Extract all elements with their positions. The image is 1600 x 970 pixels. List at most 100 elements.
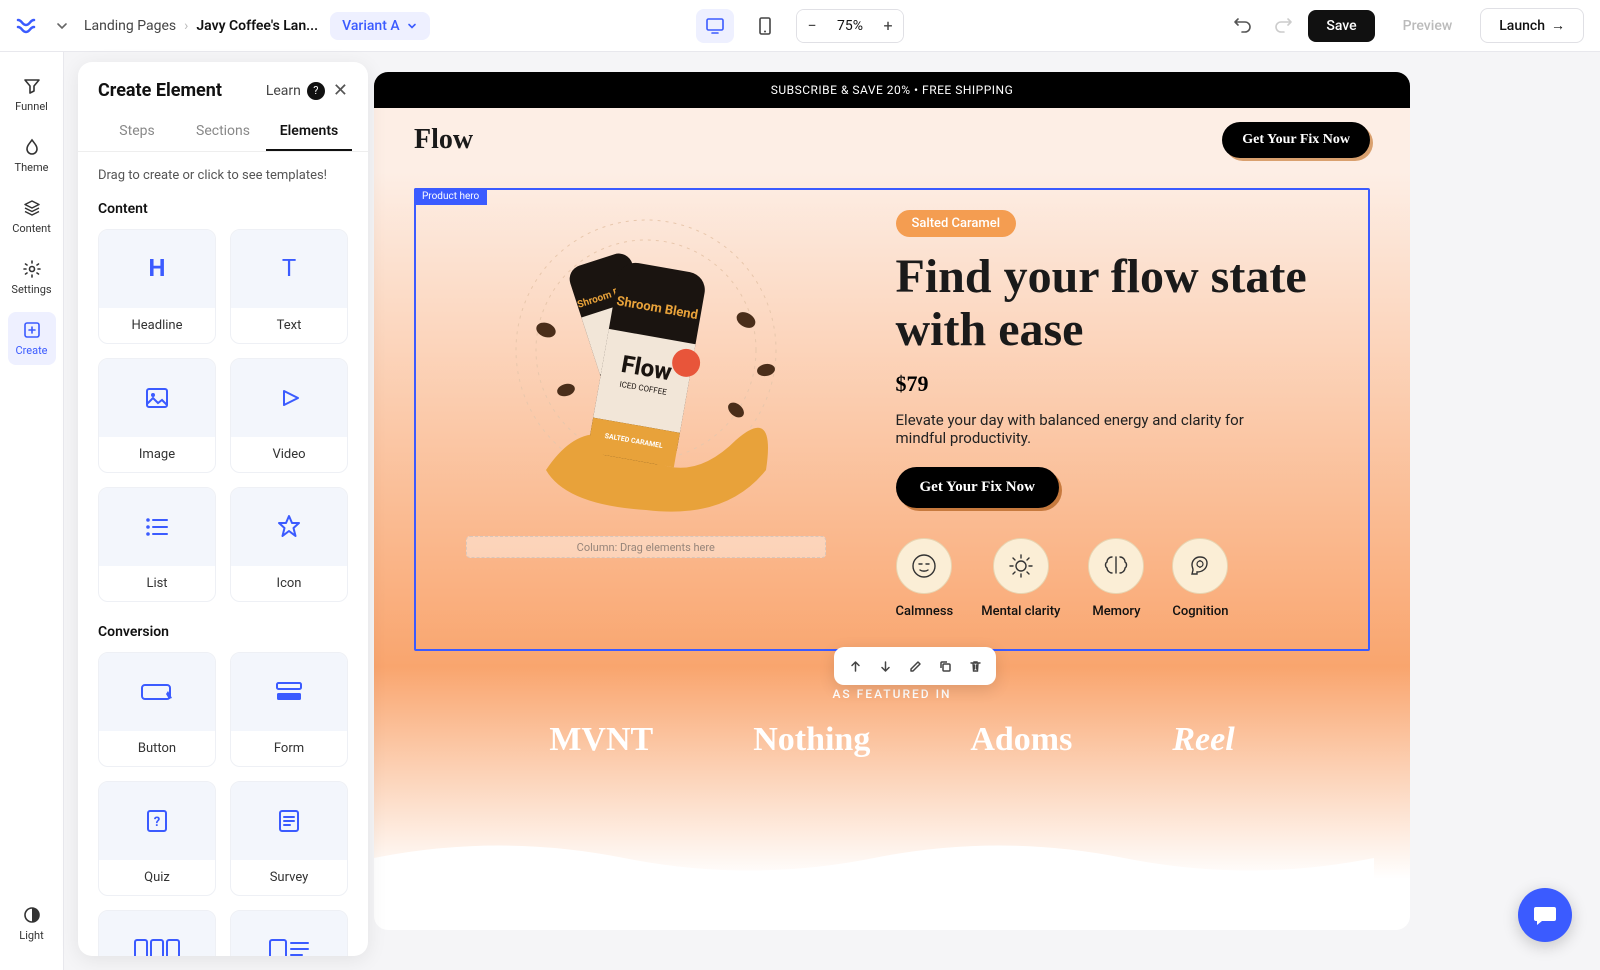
device-mobile-button[interactable] bbox=[746, 9, 784, 43]
form-icon bbox=[231, 653, 347, 731]
benefit-item: Mental clarity bbox=[981, 538, 1060, 619]
chat-icon bbox=[1532, 902, 1558, 928]
rail-label: Funnel bbox=[15, 100, 48, 113]
hero-cta-button[interactable]: Get Your Fix Now bbox=[896, 467, 1059, 508]
save-button[interactable]: Save bbox=[1308, 10, 1374, 42]
tile-survey[interactable]: Survey bbox=[230, 781, 348, 896]
tile-label: Text bbox=[277, 308, 302, 343]
breadcrumb-current[interactable]: Javy Coffee's Lan... bbox=[196, 18, 318, 34]
rail-funnel[interactable]: Funnel bbox=[8, 68, 56, 121]
variant-label: Variant A bbox=[342, 18, 400, 34]
rail-settings[interactable]: Settings bbox=[8, 251, 56, 304]
image-icon bbox=[99, 359, 215, 437]
panel-tabs: Steps Sections Elements bbox=[78, 113, 368, 152]
hero-section: Product hero Shroom Blend bbox=[374, 172, 1410, 879]
panel-body: Drag to create or click to see templates… bbox=[78, 152, 368, 956]
zoom-in-button[interactable]: + bbox=[873, 10, 903, 42]
droplet-icon bbox=[22, 137, 42, 157]
rail-theme-toggle[interactable]: Light bbox=[8, 897, 56, 950]
hero-text-column: Salted Caramel Find your flow state with… bbox=[896, 210, 1348, 619]
tile-list[interactable]: List bbox=[98, 487, 216, 602]
tile-label: Image bbox=[139, 437, 175, 472]
panel-hint: Drag to create or click to see templates… bbox=[98, 168, 348, 183]
tile-label: Form bbox=[274, 731, 304, 766]
button-icon bbox=[99, 653, 215, 731]
preview-button[interactable]: Preview bbox=[1385, 10, 1471, 42]
header-cta-button[interactable]: Get Your Fix Now bbox=[1222, 122, 1370, 158]
rail-label: Theme bbox=[15, 161, 49, 174]
panel-title: Create Element bbox=[98, 80, 222, 101]
app-logo bbox=[16, 14, 40, 38]
list-icon bbox=[99, 488, 215, 566]
tile-image[interactable]: Image bbox=[98, 358, 216, 473]
survey-icon bbox=[231, 782, 347, 860]
redo-button[interactable] bbox=[1268, 11, 1298, 41]
edit-button[interactable] bbox=[902, 653, 928, 679]
tile-text[interactable]: T Text bbox=[230, 229, 348, 344]
chat-support-button[interactable] bbox=[1518, 888, 1572, 942]
panel-header: Create Element Learn ? ✕ bbox=[78, 62, 368, 113]
tab-elements[interactable]: Elements bbox=[266, 113, 352, 151]
tile-form[interactable]: Form bbox=[230, 652, 348, 767]
flavor-tag: Salted Caramel bbox=[896, 210, 1017, 237]
canvas: SUBSCRIBE & SAVE 20% • FREE SHIPPING Flo… bbox=[374, 72, 1410, 930]
rail-content[interactable]: Content bbox=[8, 190, 56, 243]
video-icon bbox=[231, 359, 347, 437]
rail-create[interactable]: Create bbox=[8, 312, 56, 365]
device-desktop-button[interactable] bbox=[696, 9, 734, 43]
tile-label: Icon bbox=[277, 566, 302, 601]
featured-section: AS FEATURED IN MVNT Nothing Adoms Reel bbox=[414, 687, 1370, 759]
rail-label: Create bbox=[15, 344, 47, 357]
variant-selector[interactable]: Variant A bbox=[330, 12, 430, 40]
undo-button[interactable] bbox=[1228, 11, 1258, 41]
tile-columns[interactable] bbox=[98, 910, 216, 956]
tile-quiz[interactable]: ? Quiz bbox=[98, 781, 216, 896]
headline-icon: H bbox=[99, 230, 215, 308]
tile-label: Quiz bbox=[144, 860, 170, 895]
selection-label: Product hero bbox=[414, 188, 487, 205]
tile-headline[interactable]: H Headline bbox=[98, 229, 216, 344]
benefit-item: Cognition bbox=[1172, 538, 1228, 619]
tile-button[interactable]: Button bbox=[98, 652, 216, 767]
contrast-icon bbox=[22, 905, 42, 925]
launch-button[interactable]: Launch → bbox=[1480, 8, 1584, 43]
tile-video[interactable]: Video bbox=[230, 358, 348, 473]
layers-icon bbox=[22, 198, 42, 218]
tab-sections[interactable]: Sections bbox=[180, 113, 266, 151]
content-tiles: H Headline T Text Image Video List Ico bbox=[98, 229, 348, 602]
breadcrumb: Landing Pages › Javy Coffee's Lan... bbox=[84, 18, 318, 34]
close-panel-button[interactable]: ✕ bbox=[333, 80, 348, 101]
duplicate-button[interactable] bbox=[932, 653, 958, 679]
tile-icon[interactable]: Icon bbox=[230, 487, 348, 602]
hero-subcopy: Elevate your day with balanced energy an… bbox=[896, 411, 1296, 447]
nav-dropdown-icon[interactable] bbox=[52, 16, 72, 36]
group-heading-content: Content bbox=[98, 201, 348, 217]
benefit-item: Calmness bbox=[896, 538, 954, 619]
tab-steps[interactable]: Steps bbox=[94, 113, 180, 151]
rail-label: Light bbox=[19, 929, 43, 942]
benefit-label: Memory bbox=[1092, 604, 1140, 619]
delete-button[interactable] bbox=[962, 653, 988, 679]
arrow-right-icon: → bbox=[1551, 17, 1565, 34]
rail-theme[interactable]: Theme bbox=[8, 129, 56, 182]
move-down-button[interactable] bbox=[872, 653, 898, 679]
learn-link[interactable]: Learn ? bbox=[266, 82, 325, 100]
star-icon bbox=[231, 488, 347, 566]
conversion-tiles: Button Form ? Quiz Survey bbox=[98, 652, 348, 956]
move-up-button[interactable] bbox=[842, 653, 868, 679]
hero-image-column: Shroom Blend Shroom Blend Flow ICED COFF… bbox=[436, 210, 856, 619]
tile-image-text[interactable] bbox=[230, 910, 348, 956]
benefit-label: Mental clarity bbox=[981, 604, 1060, 619]
empty-column-dropzone[interactable]: Column: Drag elements here bbox=[466, 536, 826, 558]
tile-label: Video bbox=[272, 437, 305, 472]
price: $79 bbox=[896, 371, 1348, 397]
breadcrumb-root[interactable]: Landing Pages bbox=[84, 18, 176, 34]
help-icon: ? bbox=[307, 82, 325, 100]
benefits-row: Calmness Mental clarity Memory Cogn bbox=[896, 538, 1348, 619]
selected-element[interactable]: Product hero Shroom Blend bbox=[414, 188, 1370, 651]
gear-icon bbox=[22, 259, 42, 279]
zoom-control: − 75% + bbox=[796, 9, 904, 43]
left-rail: Funnel Theme Content Settings Create Lig… bbox=[0, 52, 64, 970]
launch-label: Launch bbox=[1499, 18, 1545, 34]
zoom-out-button[interactable]: − bbox=[797, 10, 827, 42]
